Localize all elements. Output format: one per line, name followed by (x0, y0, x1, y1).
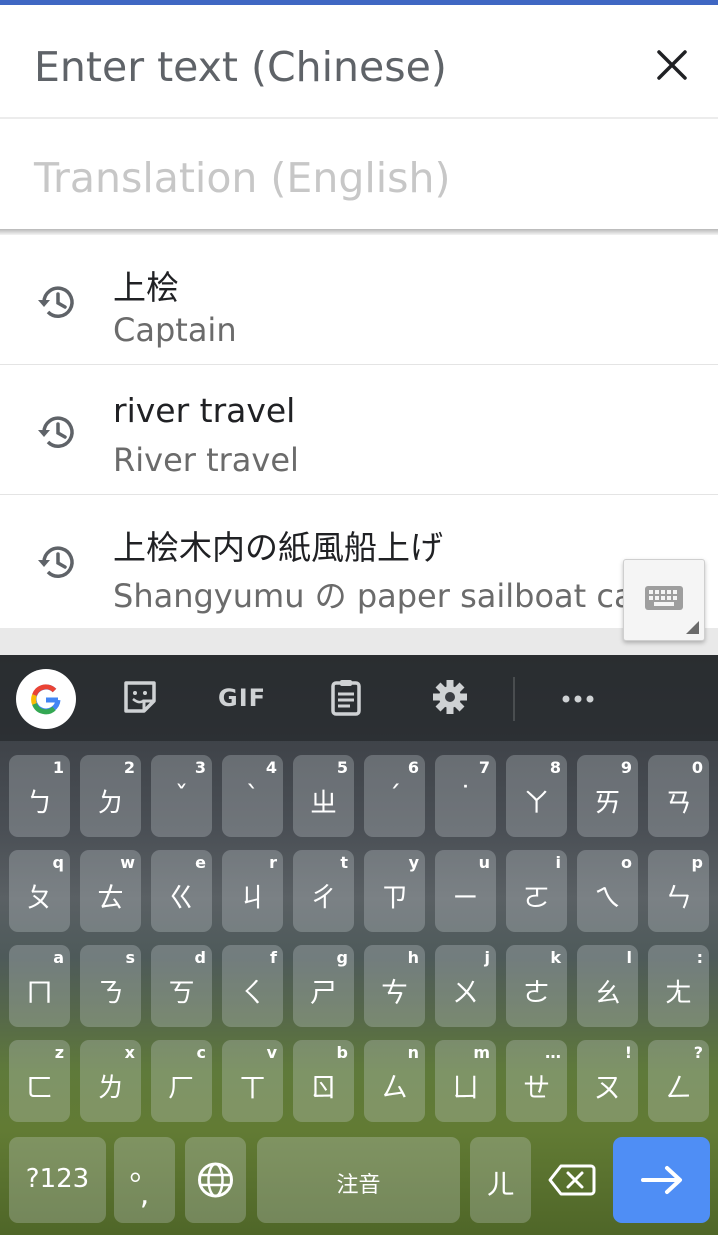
history-translation-text: River travel (113, 441, 299, 479)
history-item[interactable]: river travel River travel (0, 365, 718, 495)
symbols-key[interactable]: ?123 (9, 1137, 106, 1223)
backspace-icon (548, 1164, 596, 1196)
history-icon (34, 540, 78, 584)
history-translation-text: Captain (113, 311, 237, 349)
key[interactable]: gㄕ (293, 945, 354, 1027)
key[interactable]: sㄋ (80, 945, 141, 1027)
enter-key[interactable] (613, 1137, 710, 1223)
key[interactable]: … ㄝ (506, 1040, 567, 1122)
key[interactable]: 1ㄅ (9, 755, 70, 837)
toolbar-separator (513, 677, 515, 721)
keyboard-toolbar: GIF (0, 655, 718, 741)
source-input-area[interactable]: Enter text (Chinese) (0, 5, 718, 117)
key[interactable]: lㄠ (577, 945, 638, 1027)
space-key[interactable]: 注音 (257, 1137, 460, 1223)
sticker-icon[interactable] (120, 677, 160, 717)
history-source-text: 上桧 (113, 268, 179, 307)
history-source-text: river travel (113, 391, 296, 430)
key[interactable]: :ㄤ (648, 945, 709, 1027)
key[interactable]: 2ㄉ (80, 755, 141, 837)
key[interactable]: bㄖ (293, 1040, 354, 1122)
gif-button[interactable]: GIF (218, 684, 266, 712)
settings-gear-icon[interactable] (430, 677, 470, 717)
key[interactable]: eㄍ (151, 850, 212, 932)
key[interactable]: 6ˊ (364, 755, 425, 837)
backspace-key[interactable] (541, 1137, 602, 1223)
key[interactable]: aㄇ (9, 945, 70, 1027)
clipboard-icon[interactable] (326, 677, 366, 717)
key[interactable]: 7 ˙ (435, 755, 496, 837)
globe-icon (198, 1162, 233, 1198)
punctuation-key[interactable]: 。 , (114, 1137, 175, 1223)
key[interactable]: tㄔ (293, 850, 354, 932)
keyboard-toggle-button[interactable] (623, 559, 705, 641)
key[interactable]: qㄆ (9, 850, 70, 932)
key[interactable]: 9ㄞ (577, 755, 638, 837)
history-item[interactable]: 上桧 Captain (0, 235, 718, 365)
key[interactable]: ㄦ (470, 1137, 531, 1223)
close-icon[interactable] (650, 43, 694, 87)
key[interactable]: 8ㄚ (506, 755, 567, 837)
key[interactable]: oㄟ (577, 850, 638, 932)
key[interactable]: ? ㄥ (648, 1040, 709, 1122)
key[interactable]: 4ˋ (222, 755, 283, 837)
key[interactable]: mㄩ (435, 1040, 496, 1122)
key[interactable]: xㄌ (80, 1040, 141, 1122)
key[interactable]: vㄒ (222, 1040, 283, 1122)
more-options-icon[interactable] (558, 677, 598, 717)
key[interactable]: iㄛ (506, 850, 567, 932)
key[interactable]: 3ˇ (151, 755, 212, 837)
history-icon (34, 280, 78, 324)
on-screen-keyboard: GIF 1ㄅ 2ㄉ 3ˇ 4ˋ 5ㄓ 6ˊ 7 ˙ 8 ㄚ 9 ㄞ 0 ㄢ q … (0, 655, 718, 1235)
key[interactable]: rㄐ (222, 850, 283, 932)
key[interactable]: nㄙ (364, 1040, 425, 1122)
key[interactable]: jㄨ (435, 945, 496, 1027)
key[interactable]: 5ㄓ (293, 755, 354, 837)
key[interactable]: yㄗ (364, 850, 425, 932)
history-icon (34, 410, 78, 454)
language-globe-key[interactable] (185, 1137, 246, 1223)
key[interactable]: cㄏ (151, 1040, 212, 1122)
content-bottom-gap (0, 628, 718, 655)
key[interactable]: fㄑ (222, 945, 283, 1027)
key[interactable]: zㄈ (9, 1040, 70, 1122)
translation-placeholder: Translation (English) (34, 154, 451, 202)
key[interactable]: kㄜ (506, 945, 567, 1027)
arrow-right-icon (641, 1166, 682, 1194)
key[interactable]: ! ㄡ (577, 1040, 638, 1122)
key[interactable]: dㄎ (151, 945, 212, 1027)
key[interactable]: hㄘ (364, 945, 425, 1027)
history-item[interactable]: 上桧木内の紙風船上げ Shangyumu の paper sailboat ca (0, 495, 718, 628)
source-input-placeholder[interactable]: Enter text (Chinese) (34, 43, 447, 91)
history-translation-text: Shangyumu の paper sailboat ca (113, 577, 634, 615)
key[interactable]: pㄣ (648, 850, 709, 932)
key[interactable]: 0ㄢ (648, 755, 709, 837)
history-source-text: 上桧木内の紙風船上げ (113, 528, 443, 567)
translation-output-area: Translation (English) (0, 119, 718, 229)
google-icon[interactable] (16, 669, 76, 729)
keyboard-icon (645, 586, 699, 634)
key[interactable]: uㄧ (435, 850, 496, 932)
key[interactable]: wㄊ (80, 850, 141, 932)
